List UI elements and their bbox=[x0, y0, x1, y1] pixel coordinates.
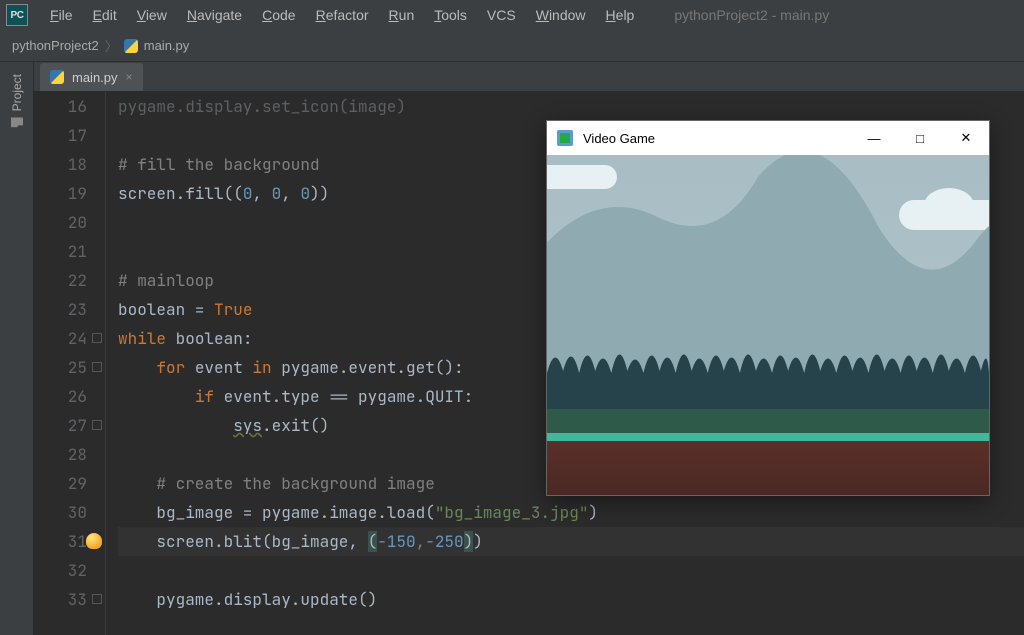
menu-help[interactable]: Help bbox=[596, 5, 645, 25]
intention-bulb-icon[interactable] bbox=[86, 533, 102, 549]
menu-edit[interactable]: Edit bbox=[83, 5, 127, 25]
gutter-line[interactable]: 22 bbox=[34, 266, 87, 295]
breadcrumb: pythonProject2 〉 main.py bbox=[0, 30, 1024, 62]
maximize-button[interactable]: □ bbox=[897, 121, 943, 155]
gutter-line[interactable]: 24 bbox=[34, 324, 87, 353]
menu-file[interactable]: File bbox=[40, 5, 83, 25]
editor-gutter: 161718192021222324252627282930313233 bbox=[34, 92, 106, 635]
python-file-icon bbox=[50, 70, 64, 84]
menu-view[interactable]: View bbox=[127, 5, 177, 25]
menu-vcs[interactable]: VCS bbox=[477, 5, 526, 25]
menu-code[interactable]: Code bbox=[252, 5, 305, 25]
close-button[interactable]: ✕ bbox=[943, 121, 989, 155]
close-icon: ✕ bbox=[961, 130, 972, 146]
project-toolwindow-label: Project bbox=[10, 74, 24, 111]
gutter-line[interactable]: 26 bbox=[34, 382, 87, 411]
code-line[interactable] bbox=[118, 556, 1024, 585]
breadcrumb-separator-icon: 〉 bbox=[105, 36, 118, 55]
folder-icon bbox=[11, 117, 23, 127]
code-line[interactable]: screen.blit(bg_image, (-150,-250)) bbox=[118, 527, 1024, 556]
close-tab-icon[interactable]: × bbox=[126, 70, 133, 84]
breadcrumb-file[interactable]: main.py bbox=[124, 38, 190, 53]
gutter-line[interactable]: 21 bbox=[34, 237, 87, 266]
pycharm-logo-icon: PC bbox=[6, 4, 28, 26]
sidebar: Project bbox=[0, 62, 34, 635]
grass-strip bbox=[547, 409, 989, 435]
pygame-window[interactable]: Video Game — □ ✕ bbox=[546, 120, 990, 496]
menu-bar: PC FileEditViewNavigateCodeRefactorRunTo… bbox=[0, 0, 1024, 30]
fold-marker-icon[interactable] bbox=[92, 362, 102, 372]
dirt-ground bbox=[547, 441, 989, 495]
gutter-line[interactable]: 19 bbox=[34, 179, 87, 208]
gutter-line[interactable]: 28 bbox=[34, 440, 87, 469]
fold-marker-icon[interactable] bbox=[92, 333, 102, 343]
code-line[interactable]: bg_image = pygame.image.load("bg_image_3… bbox=[118, 498, 1024, 527]
window-title: pythonProject2 - main.py bbox=[674, 7, 829, 23]
window-controls: — □ ✕ bbox=[851, 121, 989, 155]
gutter-line[interactable]: 31 bbox=[34, 527, 87, 556]
gutter-line[interactable]: 27 bbox=[34, 411, 87, 440]
gutter-line[interactable]: 18 bbox=[34, 150, 87, 179]
pygame-window-icon bbox=[557, 130, 573, 146]
gutter-line[interactable]: 30 bbox=[34, 498, 87, 527]
breadcrumb-file-label: main.py bbox=[144, 38, 190, 53]
breadcrumb-project[interactable]: pythonProject2 bbox=[12, 38, 99, 53]
gutter-line[interactable]: 29 bbox=[34, 469, 87, 498]
code-line[interactable]: pygame.display.set_icon(image) bbox=[118, 92, 1024, 121]
pygame-window-title: Video Game bbox=[583, 131, 655, 146]
gutter-line[interactable]: 16 bbox=[34, 92, 87, 121]
editor-tab-main-py[interactable]: main.py × bbox=[40, 63, 143, 91]
editor-tab-row: main.py × bbox=[34, 62, 1024, 92]
gutter-line[interactable]: 32 bbox=[34, 556, 87, 585]
code-line[interactable]: pygame.display.update() bbox=[118, 585, 1024, 614]
project-toolwindow-button[interactable]: Project bbox=[8, 68, 26, 133]
grass-highlight bbox=[547, 433, 989, 441]
menu-run[interactable]: Run bbox=[379, 5, 425, 25]
menu-refactor[interactable]: Refactor bbox=[306, 5, 379, 25]
gutter-line[interactable]: 17 bbox=[34, 121, 87, 150]
pygame-titlebar[interactable]: Video Game — □ ✕ bbox=[547, 121, 989, 155]
menu-window[interactable]: Window bbox=[526, 5, 596, 25]
menu-tools[interactable]: Tools bbox=[424, 5, 477, 25]
menu-items: FileEditViewNavigateCodeRefactorRunTools… bbox=[40, 5, 644, 25]
fold-marker-icon[interactable] bbox=[92, 420, 102, 430]
gutter-line[interactable]: 25 bbox=[34, 353, 87, 382]
minimize-button[interactable]: — bbox=[851, 121, 897, 155]
editor-tab-label: main.py bbox=[72, 70, 118, 85]
gutter-line[interactable]: 20 bbox=[34, 208, 87, 237]
fold-marker-icon[interactable] bbox=[92, 594, 102, 604]
python-file-icon bbox=[124, 39, 138, 53]
grass-silhouette bbox=[547, 333, 989, 409]
menu-navigate[interactable]: Navigate bbox=[177, 5, 252, 25]
maximize-icon: □ bbox=[916, 131, 924, 146]
gutter-line[interactable]: 33 bbox=[34, 585, 87, 614]
gutter-line[interactable]: 23 bbox=[34, 295, 87, 324]
pygame-canvas bbox=[547, 155, 989, 495]
minimize-icon: — bbox=[868, 131, 881, 146]
